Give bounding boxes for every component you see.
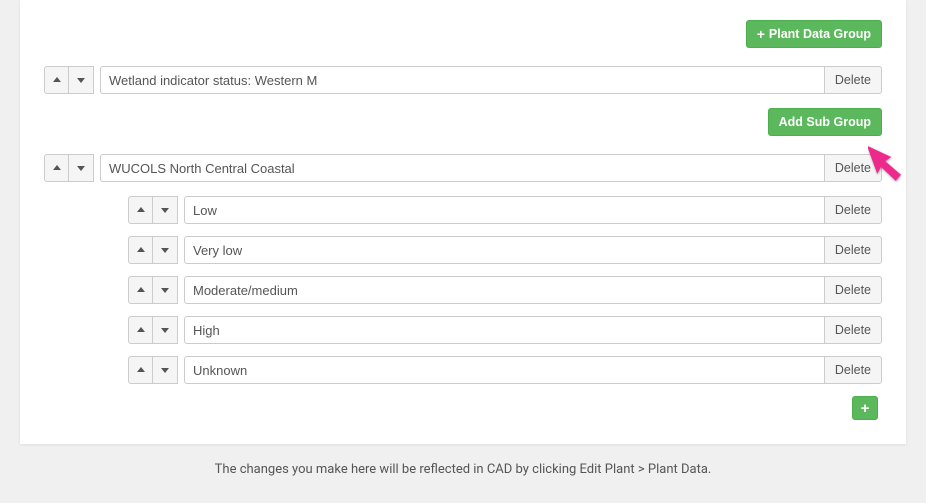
add-subgroup-button[interactable]: + [852, 396, 878, 420]
chevron-down-icon [76, 163, 86, 173]
subgroup-row: Delete [44, 316, 882, 344]
move-down-button[interactable] [69, 66, 94, 94]
delete-button[interactable]: Delete [824, 196, 882, 224]
chevron-down-icon [76, 75, 86, 85]
footer-note: The changes you make here will be reflec… [0, 444, 926, 477]
delete-button[interactable]: Delete [824, 316, 882, 344]
chevron-up-icon [136, 285, 146, 295]
chevron-up-icon [52, 163, 62, 173]
bottom-add-row: + [44, 396, 882, 420]
move-down-button[interactable] [153, 276, 178, 304]
chevron-down-icon [160, 365, 170, 375]
subgroup-row: Delete [44, 236, 882, 264]
group-row: Delete [44, 66, 882, 94]
subgroup-row: Delete [44, 276, 882, 304]
chevron-up-icon [52, 75, 62, 85]
top-actions: + Plant Data Group [44, 20, 882, 48]
move-up-button[interactable] [44, 154, 69, 182]
move-up-button[interactable] [128, 196, 153, 224]
chevron-up-icon [136, 365, 146, 375]
group-name-input[interactable] [100, 66, 824, 94]
chevron-down-icon [160, 285, 170, 295]
subgroup-name-input[interactable] [184, 196, 824, 224]
move-up-button[interactable] [128, 356, 153, 384]
subgroup-area: Delete Delete Delete [44, 196, 882, 420]
move-up-button[interactable] [44, 66, 69, 94]
delete-button[interactable]: Delete [824, 236, 882, 264]
move-down-button[interactable] [153, 236, 178, 264]
delete-button[interactable]: Delete [824, 66, 882, 94]
chevron-up-icon [136, 245, 146, 255]
delete-button[interactable]: Delete [824, 356, 882, 384]
subgroup-name-input[interactable] [184, 356, 824, 384]
move-down-button[interactable] [153, 316, 178, 344]
group-name-input[interactable] [100, 154, 824, 182]
subgroup-name-input[interactable] [184, 276, 824, 304]
subgroup-name-input[interactable] [184, 236, 824, 264]
subgroup-actions: Add Sub Group [44, 108, 882, 136]
add-sub-group-button[interactable]: Add Sub Group [768, 108, 882, 136]
chevron-down-icon [160, 245, 170, 255]
move-down-button[interactable] [69, 154, 94, 182]
subgroup-name-input[interactable] [184, 316, 824, 344]
subgroup-row: Delete [44, 356, 882, 384]
chevron-down-icon [160, 205, 170, 215]
move-up-button[interactable] [128, 236, 153, 264]
group-row: Delete [44, 154, 882, 182]
move-up-button[interactable] [128, 316, 153, 344]
move-down-button[interactable] [153, 356, 178, 384]
delete-button[interactable]: Delete [824, 154, 882, 182]
delete-button[interactable]: Delete [824, 276, 882, 304]
chevron-down-icon [160, 325, 170, 335]
plant-data-group-label: Plant Data Group [769, 27, 871, 41]
chevron-up-icon [136, 205, 146, 215]
move-up-button[interactable] [128, 276, 153, 304]
plus-icon: + [861, 401, 870, 416]
chevron-up-icon [136, 325, 146, 335]
subgroup-row: Delete [44, 196, 882, 224]
plant-data-group-button[interactable]: + Plant Data Group [746, 20, 882, 48]
plus-icon: + [757, 27, 765, 41]
move-down-button[interactable] [153, 196, 178, 224]
plant-data-panel: + Plant Data Group Delete Add Sub Group … [20, 0, 906, 444]
